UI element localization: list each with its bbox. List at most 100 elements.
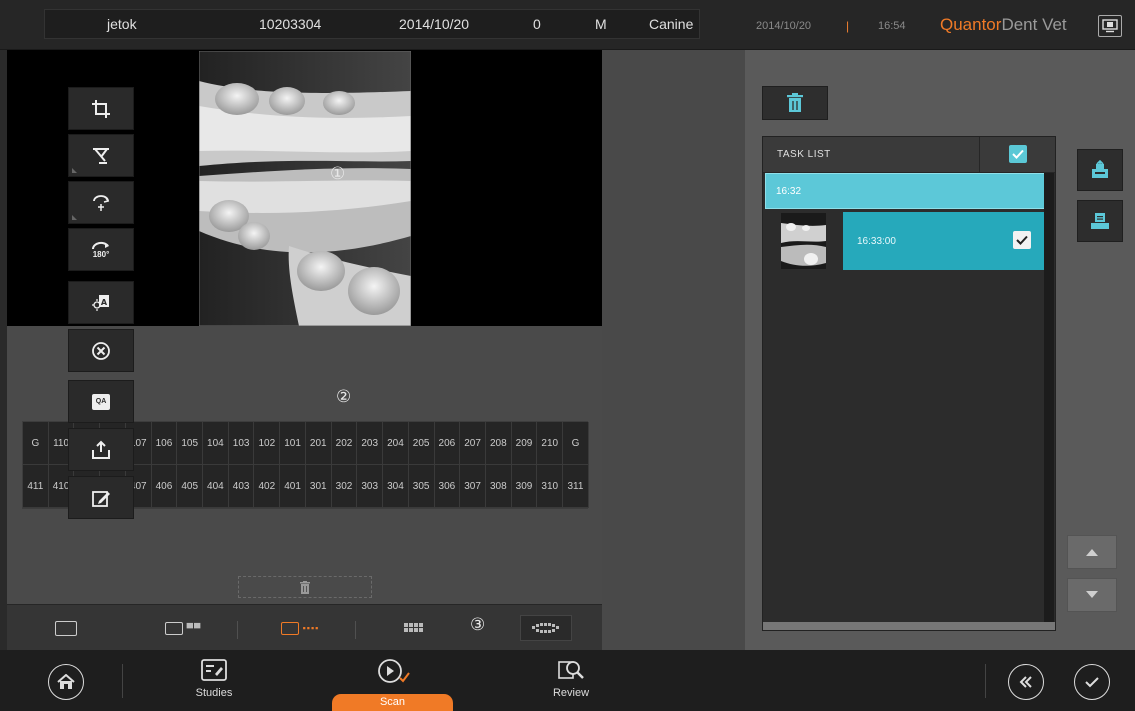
crop-button[interactable] xyxy=(68,87,134,130)
studies-icon xyxy=(201,659,227,681)
current-time: 16:54 xyxy=(878,20,906,32)
monitor-icon[interactable] xyxy=(1098,15,1122,37)
tooth-lower-308[interactable]: 308 xyxy=(485,465,512,508)
tooth-upper-207[interactable]: 207 xyxy=(460,422,486,465)
patient-birth-date: 2014/10/20 xyxy=(399,16,470,32)
tooth-upper-G[interactable]: G xyxy=(23,422,49,465)
tooth-upper-208[interactable]: 208 xyxy=(485,422,512,465)
tooth-lower-403[interactable]: 403 xyxy=(228,465,255,508)
xray-image[interactable]: ① xyxy=(199,51,411,326)
tooth-lower-406[interactable]: 406 xyxy=(151,465,178,508)
layout-series-button[interactable]: ▪▪▪▪ xyxy=(277,615,323,641)
cancel-button[interactable] xyxy=(68,329,134,372)
print-button[interactable] xyxy=(1077,200,1123,242)
tooth-lower-302[interactable]: 302 xyxy=(331,465,358,508)
brand-logo: QuantorDent Vet xyxy=(940,15,1067,34)
trash-icon xyxy=(300,580,310,594)
qa-icon: QA xyxy=(92,393,110,410)
nav-studies[interactable]: Studies xyxy=(193,658,235,699)
edit-icon xyxy=(92,490,110,507)
tooth-lower-309[interactable]: 309 xyxy=(511,465,538,508)
import-button[interactable] xyxy=(1077,149,1123,191)
date-time-separator: | xyxy=(846,19,850,33)
home-button[interactable] xyxy=(48,664,84,700)
tooth-upper-202[interactable]: 202 xyxy=(331,422,358,465)
task-group-time: 16:32 xyxy=(776,186,802,197)
tooth-upper-105[interactable]: 105 xyxy=(177,422,204,465)
tooth-upper-106[interactable]: 106 xyxy=(151,422,178,465)
layout-mouth-button[interactable] xyxy=(520,615,572,641)
tooth-upper-209[interactable]: 209 xyxy=(511,422,538,465)
edit-button[interactable] xyxy=(68,476,134,519)
home-icon xyxy=(57,674,75,689)
delete-drop-zone[interactable] xyxy=(238,576,372,598)
tooth-upper-204[interactable]: 204 xyxy=(383,422,409,465)
tooth-lower-405[interactable]: 405 xyxy=(177,465,204,508)
cancel-icon xyxy=(92,341,110,360)
task-item-checkbox[interactable] xyxy=(1013,231,1031,249)
rotate-icon xyxy=(93,194,110,211)
tooth-upper-203[interactable]: 203 xyxy=(357,422,384,465)
flip-button[interactable] xyxy=(68,134,134,177)
qa-button[interactable]: QA xyxy=(68,380,134,423)
auto-adjust-button[interactable]: A xyxy=(68,281,134,324)
delete-button[interactable] xyxy=(762,86,828,120)
task-list-scrollbar[interactable] xyxy=(1044,173,1054,622)
layout-single-with-thumbs-button[interactable]: ▀▀ xyxy=(157,615,209,641)
viewer-marker: ① xyxy=(330,164,346,183)
mouth-layout-icon xyxy=(532,623,559,633)
scroll-up-button[interactable] xyxy=(1067,535,1117,569)
tooth-lower-411[interactable]: 411 xyxy=(23,465,49,508)
tooth-lower-404[interactable]: 404 xyxy=(203,465,229,508)
tooth-lower-402[interactable]: 402 xyxy=(254,465,281,508)
rotate-180-button[interactable]: 180° xyxy=(68,228,134,271)
nav-scan-label[interactable]: Scan xyxy=(332,694,453,711)
tooth-upper-201[interactable]: 201 xyxy=(305,422,332,465)
task-group-header[interactable]: 16:32 xyxy=(765,173,1045,209)
tooth-lower-307[interactable]: 307 xyxy=(460,465,486,508)
tooth-lower-401[interactable]: 401 xyxy=(280,465,306,508)
tooth-lower-310[interactable]: 310 xyxy=(537,465,564,508)
rotate-180-icon xyxy=(91,241,109,250)
tooth-lower-303[interactable]: 303 xyxy=(357,465,384,508)
patient-id: 10203304 xyxy=(259,16,322,32)
bottom-nav-bar: Studies Review xyxy=(0,650,1135,711)
patient-sex: M xyxy=(595,16,607,32)
tooth-upper-104[interactable]: 104 xyxy=(203,422,229,465)
scroll-down-button[interactable] xyxy=(1067,578,1117,612)
layout-single-button[interactable] xyxy=(51,615,81,641)
rotate-button[interactable] xyxy=(68,181,134,224)
nav-review[interactable]: Review xyxy=(549,658,593,699)
task-item[interactable]: 16:33:00 xyxy=(843,212,1044,270)
check-icon xyxy=(1012,149,1024,159)
layout-grid-button[interactable] xyxy=(399,615,429,641)
tooth-lower-305[interactable]: 305 xyxy=(408,465,435,508)
tooth-upper-102[interactable]: 102 xyxy=(254,422,281,465)
select-all-checkbox[interactable] xyxy=(1009,145,1027,163)
tooth-lower-304[interactable]: 304 xyxy=(383,465,409,508)
tooth-lower-306[interactable]: 306 xyxy=(434,465,461,508)
crop-icon xyxy=(92,99,110,118)
review-icon xyxy=(558,661,584,679)
thumb-strip-icon: ▀▀ xyxy=(186,623,202,633)
tooth-upper-103[interactable]: 103 xyxy=(228,422,255,465)
task-list-header: TASK LIST xyxy=(763,137,1055,173)
chevron-up-icon xyxy=(1086,549,1098,556)
task-thumbnail[interactable] xyxy=(781,213,826,269)
export-icon xyxy=(92,440,110,459)
import-icon xyxy=(1092,160,1108,178)
back-button[interactable] xyxy=(1008,664,1044,700)
tooth-upper-205[interactable]: 205 xyxy=(408,422,435,465)
tooth-upper-206[interactable]: 206 xyxy=(434,422,461,465)
tooth-lower-301[interactable]: 301 xyxy=(305,465,332,508)
confirm-button[interactable] xyxy=(1074,664,1110,700)
patient-species: Canine xyxy=(649,16,694,32)
task-list: TASK LIST 16:32 16:33:00 xyxy=(762,136,1056,631)
tooth-upper-101[interactable]: 101 xyxy=(280,422,306,465)
tooth-upper-210[interactable]: 210 xyxy=(537,422,564,465)
export-button[interactable] xyxy=(68,428,134,471)
task-list-horizontal-scrollbar[interactable] xyxy=(763,622,1055,630)
nav-scan[interactable] xyxy=(374,658,414,686)
tooth-lower-311[interactable]: 311 xyxy=(563,465,589,508)
tooth-upper-G[interactable]: G xyxy=(563,422,589,465)
